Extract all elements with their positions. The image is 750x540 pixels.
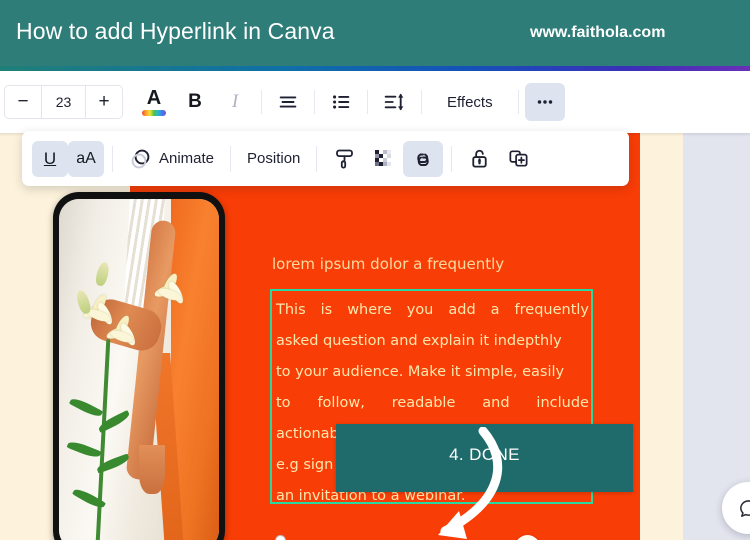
animate-circle-icon <box>131 149 150 168</box>
toolbar-divider <box>230 145 232 172</box>
text-word: include <box>536 395 589 411</box>
paint-roller-icon <box>336 149 354 169</box>
toolbar-divider <box>314 90 315 114</box>
position-label: Position <box>247 150 301 167</box>
position-button[interactable]: Position <box>239 141 308 177</box>
bold-icon: B <box>188 91 202 112</box>
effects-button[interactable]: Effects <box>438 83 502 121</box>
bullet-list-icon <box>333 95 350 109</box>
done-callout-box: 4. DONE <box>336 424 633 492</box>
text-word: readable <box>391 395 456 411</box>
ellipsis-icon <box>537 100 552 104</box>
phone-screen-photo <box>59 199 219 540</box>
font-size-stepper[interactable]: − 23 + <box>4 85 123 119</box>
text-line: asked question and explain it indepthly <box>276 333 562 349</box>
line-spacing-icon <box>384 93 404 111</box>
app-root: lorem ipsum dolor a frequently This is w… <box>0 0 750 540</box>
italic-button[interactable]: I <box>215 83 255 121</box>
website-url: www.faithola.com <box>530 24 666 41</box>
font-size-value[interactable]: 23 <box>41 86 86 118</box>
text-line: This is where you add a frequently <box>276 295 589 326</box>
right-rail <box>683 142 750 540</box>
link-icon <box>417 153 430 166</box>
transparency-button[interactable] <box>365 141 403 177</box>
font-color-icon: A <box>146 87 162 109</box>
toolbar-divider <box>367 90 368 114</box>
lock-button[interactable] <box>460 141 499 177</box>
letter-case-button[interactable]: aA <box>68 140 104 177</box>
animate-label: Animate <box>159 150 215 167</box>
link-button[interactable] <box>403 140 444 177</box>
underline-button[interactable]: U <box>32 140 68 177</box>
text-word: add <box>448 302 476 318</box>
effects-label: Effects <box>447 93 493 111</box>
photo-lily-flower <box>152 272 186 306</box>
toolbar-divider <box>112 145 113 172</box>
text-line: to follow, readable and include <box>276 388 589 419</box>
align-left-icon <box>279 96 297 108</box>
text-word: you <box>406 302 434 318</box>
font-size-increase-button[interactable]: + <box>86 86 122 118</box>
video-title-banner: How to add Hyperlink in Canva www.faitho… <box>0 0 750 66</box>
text-word: to <box>276 395 291 411</box>
unlock-icon <box>472 149 488 168</box>
photo-hand <box>139 444 165 494</box>
animate-button[interactable]: Animate <box>121 141 222 177</box>
text-word: frequently <box>514 302 589 318</box>
phone-mockup-image[interactable] <box>53 192 225 540</box>
done-callout-label: 4. DONE <box>449 445 520 464</box>
transparency-checker-icon <box>375 149 392 166</box>
font-size-decrease-button[interactable]: − <box>5 86 41 118</box>
text-word: a <box>490 302 500 318</box>
text-word: and <box>482 395 510 411</box>
text-color-button[interactable]: A <box>133 83 175 121</box>
page-title: How to add Hyperlink in Canva <box>16 18 335 44</box>
toolbar-divider <box>451 145 453 172</box>
comment-bubble-icon <box>739 499 750 517</box>
more-options-button[interactable] <box>524 83 565 121</box>
text-word: is <box>320 302 333 318</box>
duplicate-icon <box>509 150 528 167</box>
text-line: to your audience. Make it simple, easily <box>276 364 565 380</box>
text-word: This <box>276 302 306 318</box>
letter-case-icon: aA <box>76 149 96 167</box>
color-swatch-rainbow <box>142 110 166 116</box>
text-word: where <box>347 302 392 318</box>
clipped-text-line: lorem ipsum dolor a frequently <box>272 255 505 273</box>
selection-handle[interactable] <box>275 535 286 540</box>
align-button[interactable] <box>268 83 308 121</box>
text-word: follow, <box>317 395 365 411</box>
paint-roller-button[interactable] <box>325 141 365 177</box>
header-accent-strip <box>0 66 750 71</box>
text-toolbar-primary[interactable]: − 23 + A B I Effects <box>0 71 750 133</box>
underline-icon: U <box>43 148 57 168</box>
bullet-list-button[interactable] <box>321 83 361 121</box>
line-spacing-button[interactable] <box>374 83 415 121</box>
toolbar-divider <box>316 145 318 172</box>
toolbar-divider <box>517 90 519 114</box>
text-toolbar-secondary[interactable]: U aA Animate Position <box>22 131 629 186</box>
toolbar-divider <box>421 90 422 114</box>
duplicate-button[interactable] <box>499 141 538 177</box>
toolbar-divider <box>261 90 262 114</box>
photo-lily-flower <box>104 314 138 348</box>
bold-button[interactable]: B <box>175 83 215 121</box>
italic-icon: I <box>231 91 239 112</box>
